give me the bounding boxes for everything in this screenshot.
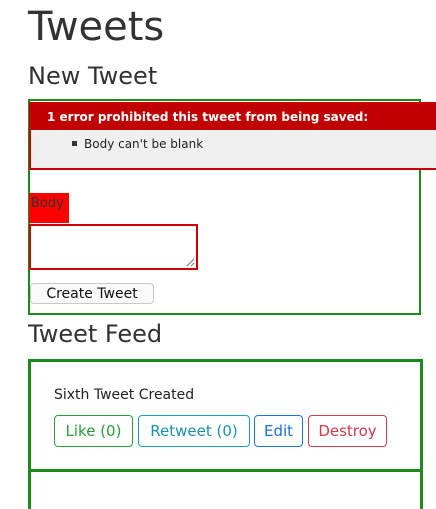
new-tweet-heading: New Tweet (28, 62, 158, 90)
like-button[interactable]: Like (0) (54, 415, 133, 447)
body-textarea[interactable] (29, 224, 198, 270)
body-label: Body (29, 193, 69, 223)
error-explanation: 1 error prohibited this tweet from being… (29, 102, 436, 170)
page-title: Tweets (28, 4, 165, 50)
tweet-body: Sixth Tweet Created (54, 387, 195, 403)
error-message: Body can't be blank (84, 137, 204, 151)
error-header: 1 error prohibited this tweet from being… (31, 104, 436, 130)
bullet-icon (72, 141, 77, 146)
edit-button[interactable]: Edit (254, 415, 303, 447)
create-tweet-button[interactable]: Create Tweet (30, 283, 154, 304)
tweet-feed-heading: Tweet Feed (28, 320, 163, 348)
destroy-button[interactable]: Destroy (308, 415, 387, 447)
tweet-card (28, 469, 423, 509)
retweet-button[interactable]: Retweet (0) (138, 415, 250, 447)
resize-handle-icon[interactable] (185, 257, 195, 267)
error-list: Body can't be blank (72, 137, 203, 151)
